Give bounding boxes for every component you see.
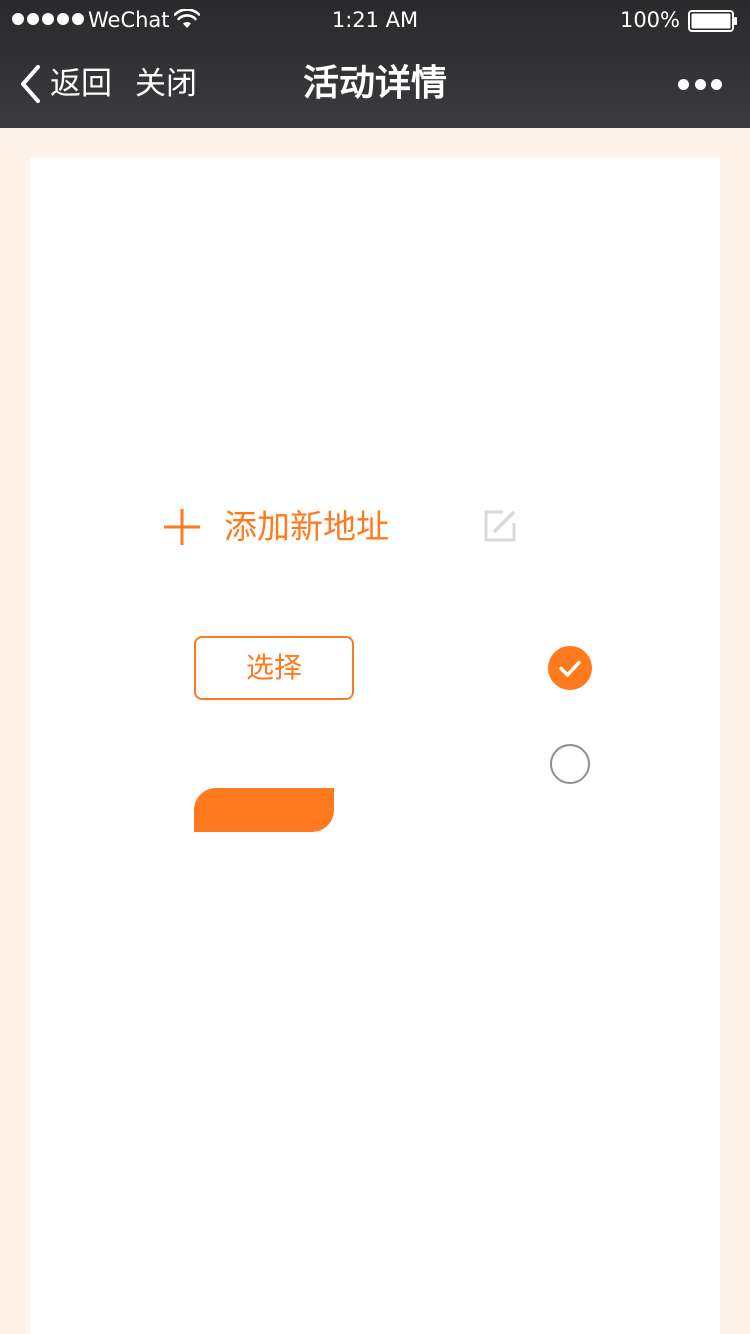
battery-percent: 100% bbox=[619, 8, 680, 32]
select-button[interactable]: 选择 bbox=[194, 636, 354, 700]
page-title: 活动详情 bbox=[302, 63, 447, 104]
content-panel bbox=[30, 158, 720, 1334]
check-circle-icon bbox=[559, 660, 581, 677]
content-top-strip bbox=[0, 128, 750, 158]
status-bar: WeChat 1:21 AM 100% bbox=[0, 0, 750, 40]
nav-bar: 返回 关闭 活动详情 bbox=[0, 40, 750, 128]
edit-icon[interactable] bbox=[483, 509, 517, 543]
more-dots-icon[interactable] bbox=[678, 78, 722, 90]
radio-option-unchecked[interactable] bbox=[550, 744, 590, 784]
top-bar: WeChat 1:21 AM 100% 返回 关闭 活动详情 bbox=[0, 0, 750, 128]
add-address-link[interactable]: 添加新地址 bbox=[224, 504, 389, 550]
plus-icon[interactable] bbox=[164, 509, 200, 545]
radio-option-checked[interactable] bbox=[548, 646, 592, 690]
orange-tag-shape bbox=[194, 788, 334, 832]
battery-icon bbox=[688, 10, 737, 32]
